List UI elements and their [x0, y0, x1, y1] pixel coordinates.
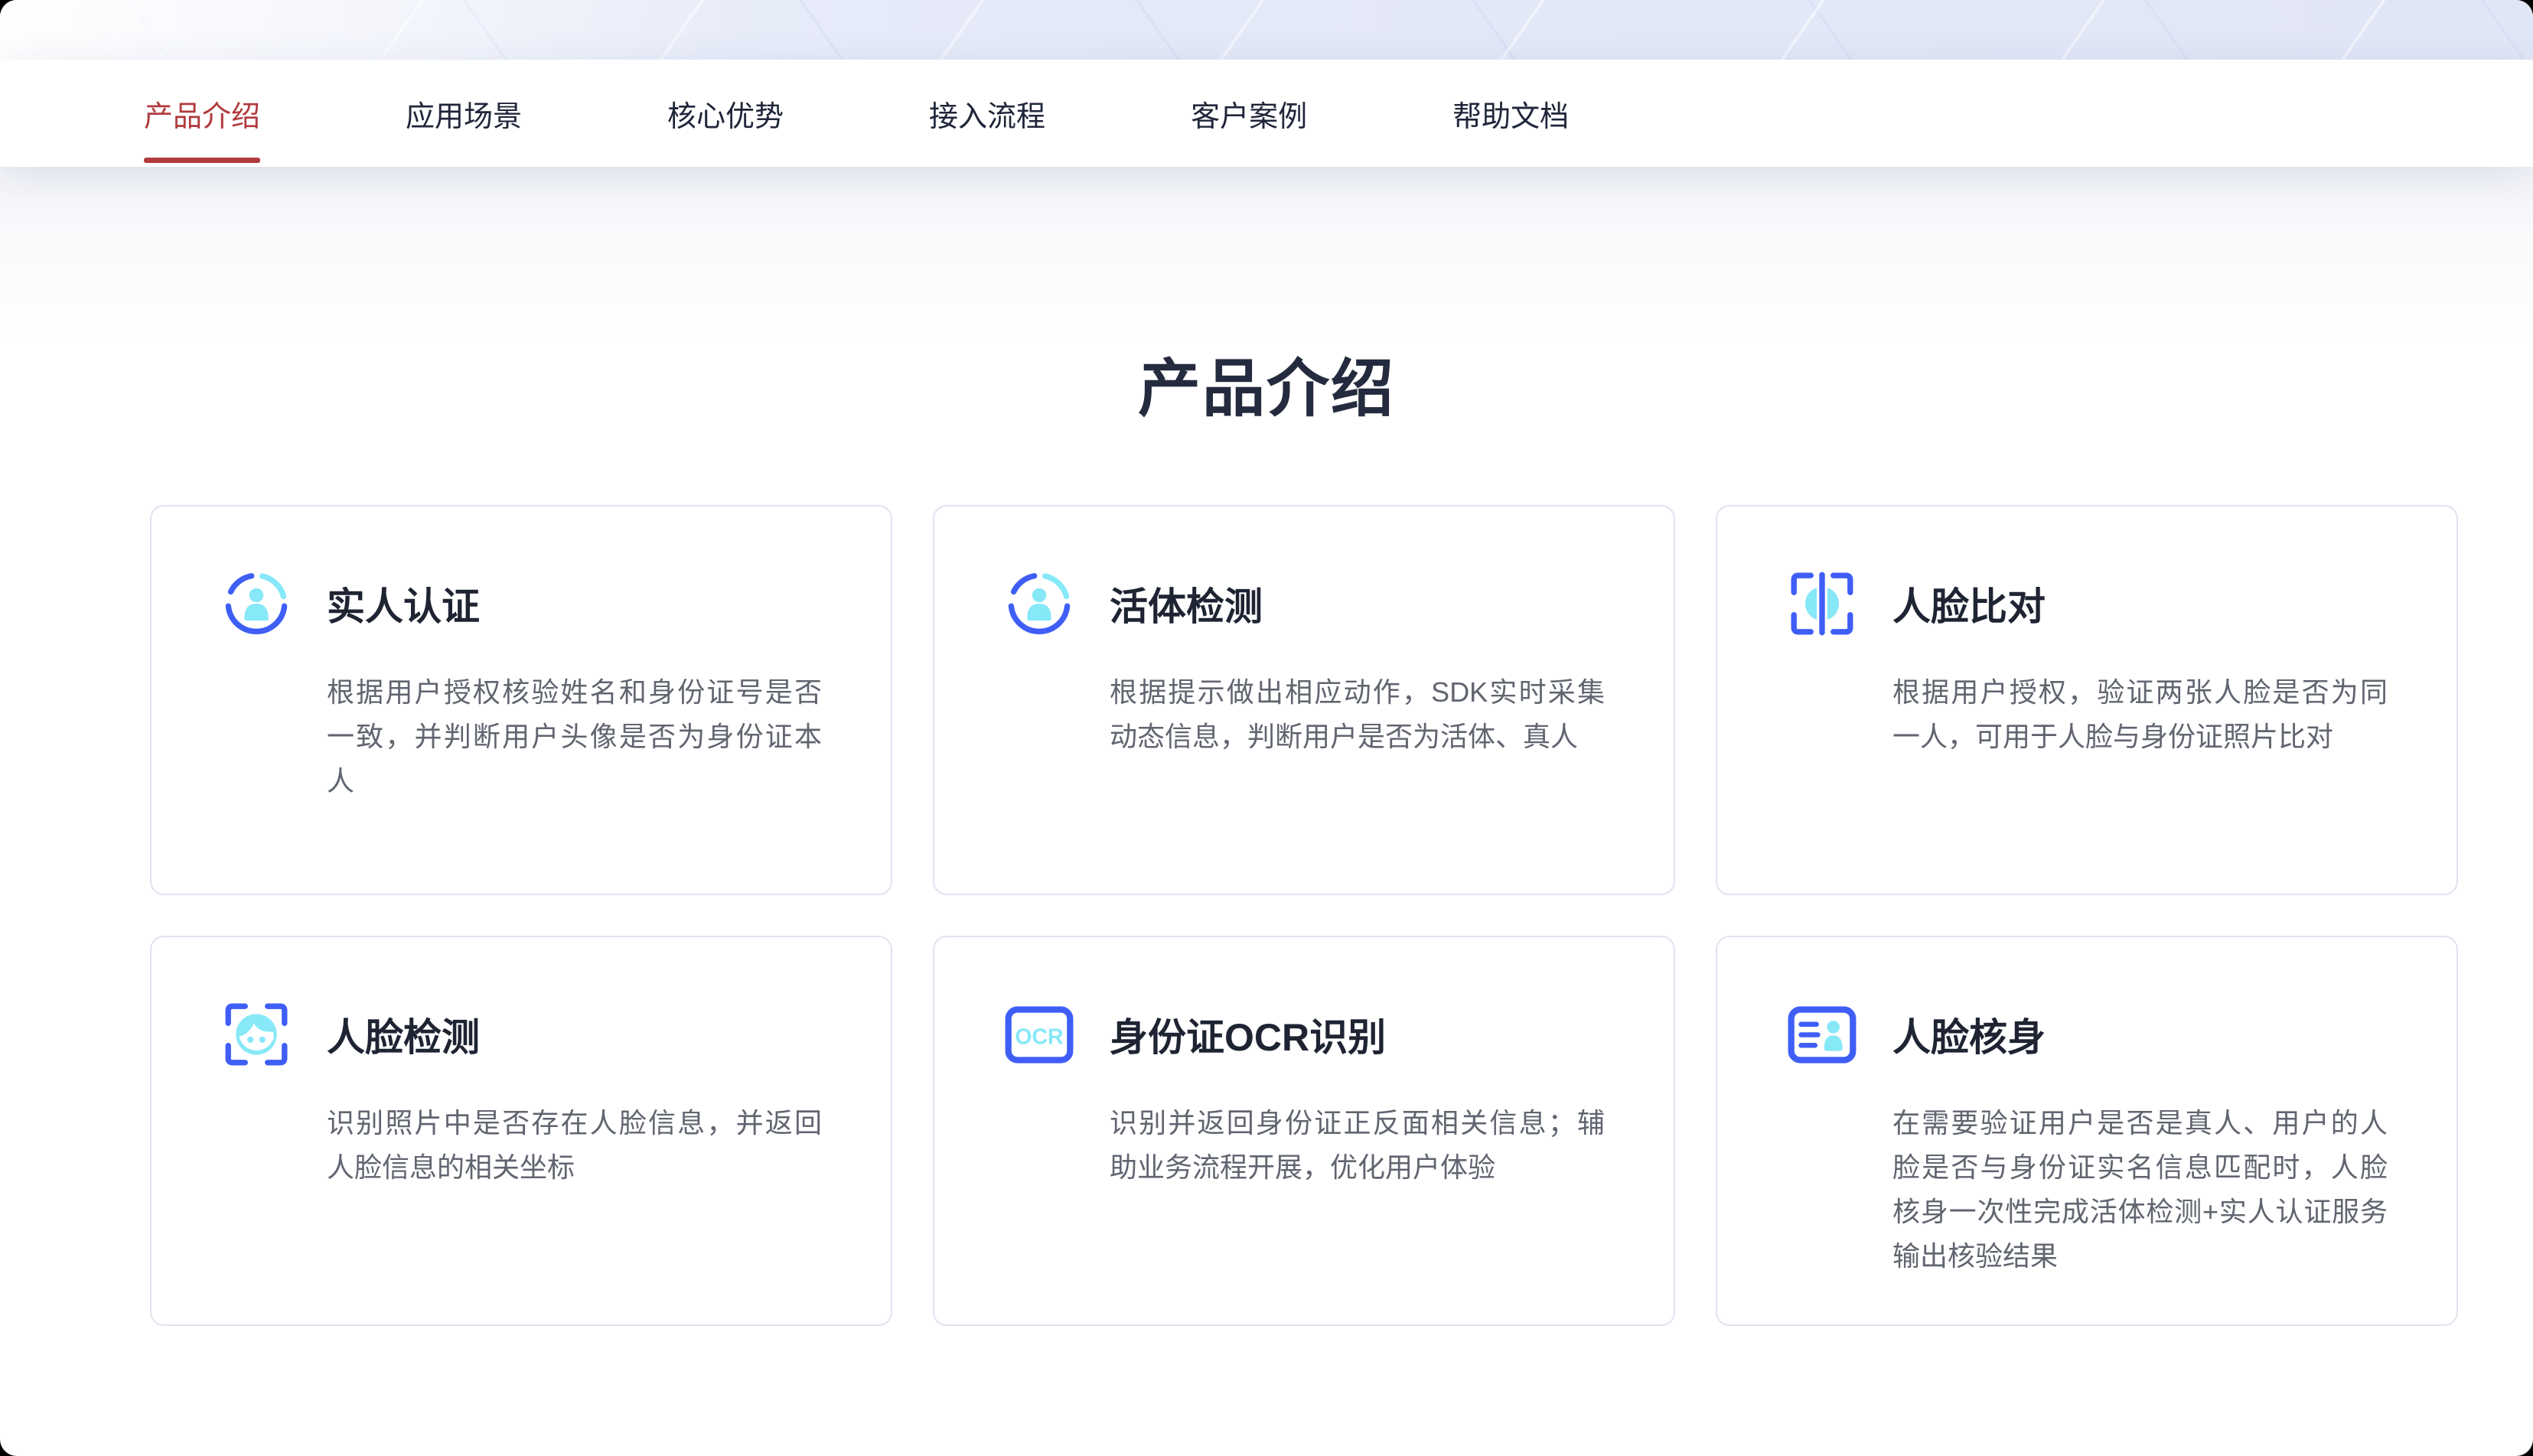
card-liveness-detection: 活体检测 根据提示做出相应动作，SDK实时采集动态信息，判断用户是否为活体、真人 [933, 505, 1675, 895]
tab-bar: 产品介绍 应用场景 核心优势 接入流程 客户案例 帮助文档 [0, 60, 2533, 167]
tab-product-intro[interactable]: 产品介绍 [144, 60, 260, 167]
card-idcard-ocr: OCR 身份证OCR识别 识别并返回身份证正反面相关信息；辅助业务流程开展，优化… [933, 936, 1675, 1326]
decorative-banner [0, 0, 2533, 60]
person-scan-icon [221, 568, 292, 639]
idcard-ocr-icon: OCR [1004, 999, 1074, 1070]
tab-label: 应用场景 [406, 93, 522, 135]
tab-core-advantages[interactable]: 核心优势 [667, 60, 784, 167]
tab-label: 产品介绍 [144, 93, 260, 135]
tab-customer-cases[interactable]: 客户案例 [1191, 60, 1307, 167]
card-face-compare: 人脸比对 根据用户授权，验证两张人脸是否为同一人，可用于人脸与身份证照片比对 [1716, 505, 2458, 895]
card-title: 活体检测 [1110, 576, 1263, 631]
card-face-verification: 人脸核身 在需要验证用户是否是真人、用户的人脸是否与身份证实名信息匹配时，人脸核… [1716, 936, 2458, 1326]
feature-card-grid: 实人认证 根据用户授权核验姓名和身份证号是否一致，并判断用户头像是否为身份证本人 [150, 505, 2460, 1326]
card-face-detection: 人脸检测 识别照片中是否存在人脸信息，并返回人脸信息的相关坐标 [150, 936, 892, 1326]
tab-label: 核心优势 [667, 93, 784, 135]
product-intro-section: 产品介绍 实人认证 根据用户授权核验姓名 [0, 167, 2533, 1326]
ocr-icon-label: OCR [1015, 1024, 1063, 1049]
card-description: 根据用户授权，验证两张人脸是否为同一人，可用于人脸与身份证照片比对 [1892, 670, 2388, 759]
idcard-person-icon [1787, 999, 1857, 1070]
card-head: 人脸检测 [221, 999, 830, 1070]
card-description: 根据用户授权核验姓名和身份证号是否一致，并判断用户头像是否为身份证本人 [327, 670, 822, 803]
section-title: 产品介绍 [0, 353, 2533, 425]
card-real-person-auth: 实人认证 根据用户授权核验姓名和身份证号是否一致，并判断用户头像是否为身份证本人 [150, 505, 892, 895]
card-description: 在需要验证用户是否是真人、用户的人脸是否与身份证实名信息匹配时，人脸核身一次性完… [1892, 1101, 2388, 1278]
card-description: 根据提示做出相应动作，SDK实时采集动态信息，判断用户是否为活体、真人 [1110, 670, 1605, 759]
card-head: 实人认证 [221, 568, 830, 639]
tab-label: 接入流程 [929, 93, 1045, 135]
card-title: 人脸比对 [1892, 576, 2046, 631]
card-head: 人脸核身 [1787, 999, 2395, 1070]
card-description: 识别照片中是否存在人脸信息，并返回人脸信息的相关坐标 [327, 1101, 822, 1190]
page: 产品介绍 应用场景 核心优势 接入流程 客户案例 帮助文档 产品介绍 [0, 0, 2533, 1456]
face-compare-icon [1787, 568, 1857, 639]
tab-use-cases[interactable]: 应用场景 [406, 60, 522, 167]
card-title: 人脸检测 [327, 1007, 480, 1062]
card-title: 身份证OCR识别 [1110, 1007, 1386, 1062]
person-scan-icon [1004, 568, 1074, 639]
card-description: 识别并返回身份证正反面相关信息；辅助业务流程开展，优化用户体验 [1110, 1101, 1605, 1190]
card-title: 人脸核身 [1892, 1007, 2046, 1062]
tab-help-docs[interactable]: 帮助文档 [1452, 60, 1569, 167]
card-head: OCR 身份证OCR识别 [1004, 999, 1612, 1070]
card-head: 人脸比对 [1787, 568, 2395, 639]
tab-label: 帮助文档 [1452, 93, 1569, 135]
face-detect-icon [221, 999, 292, 1070]
card-head: 活体检测 [1004, 568, 1612, 639]
tab-label: 客户案例 [1191, 93, 1307, 135]
tab-integration-flow[interactable]: 接入流程 [929, 60, 1045, 167]
card-title: 实人认证 [327, 576, 480, 631]
active-tab-underline [144, 158, 260, 163]
